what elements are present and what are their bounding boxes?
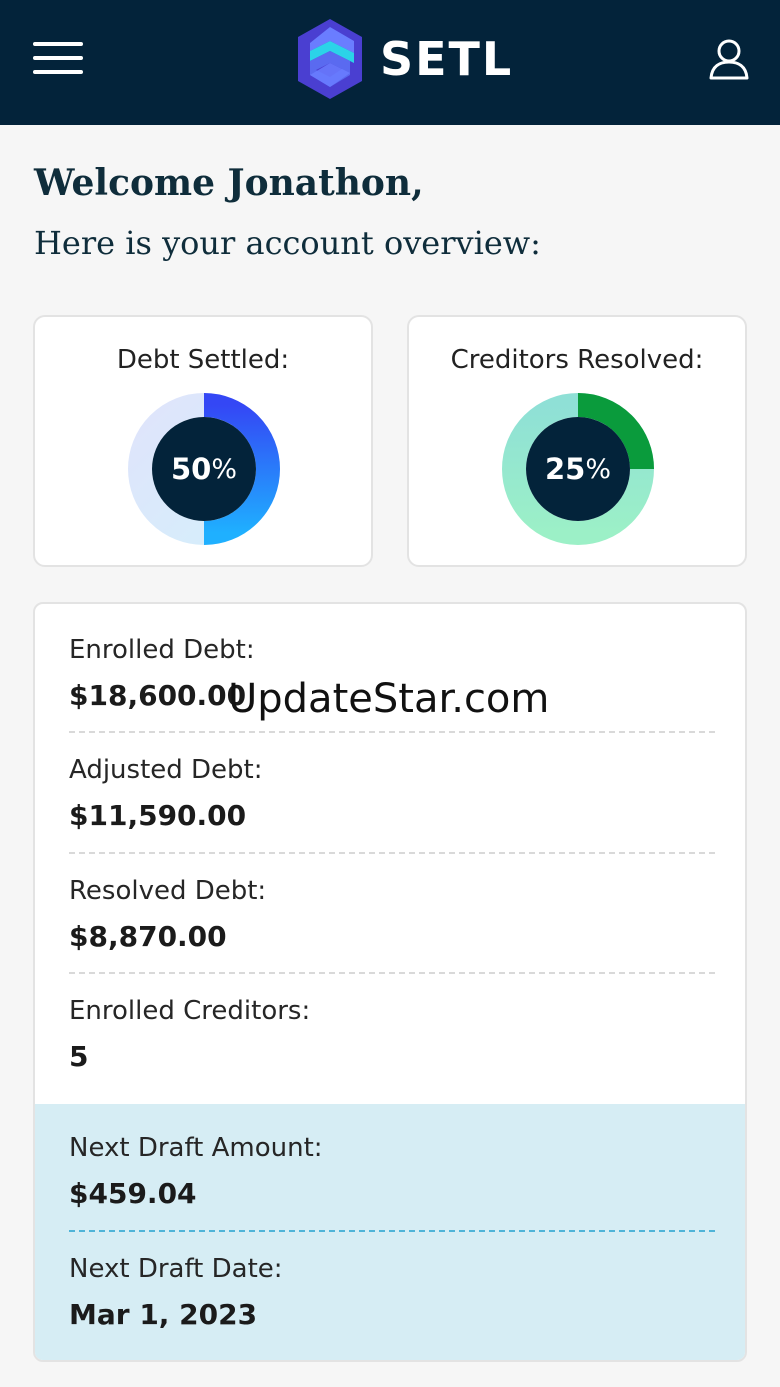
next-draft-date-label: Next Draft Date: <box>69 1254 283 1284</box>
divider <box>69 731 715 733</box>
resolved-debt-label: Resolved Debt: <box>69 876 267 906</box>
next-draft-amount-row: Next Draft Amount: $459.04 <box>69 1132 715 1210</box>
debt-settled-card: Debt Settled: 50% <box>33 315 373 567</box>
adjusted-debt-label: Adjusted Debt: <box>69 755 263 785</box>
next-draft-amount-label: Next Draft Amount: <box>69 1133 323 1163</box>
creditors-resolved-card: Creditors Resolved: 25% <box>407 315 747 567</box>
creditors-resolved-number: 25 <box>544 452 586 486</box>
debt-settled-percent: 50% <box>128 393 280 545</box>
enrolled-creditors-value: 5 <box>69 1040 89 1073</box>
adjusted-debt-value: $11,590.00 <box>69 799 247 832</box>
watermark-text: UpdateStar.com <box>228 676 550 722</box>
divider <box>69 1230 715 1232</box>
enrolled-creditors-label: Enrolled Creditors: <box>69 996 311 1026</box>
resolved-debt-value: $8,870.00 <box>69 920 227 953</box>
debt-settled-title: Debt Settled: <box>116 345 290 375</box>
menu-line <box>33 70 83 74</box>
next-draft-panel: Next Draft Amount: $459.04 Next Draft Da… <box>35 1104 745 1360</box>
next-draft-date-value: Mar 1, 2023 <box>69 1298 258 1331</box>
setl-logo-icon <box>298 19 362 99</box>
percent-unit: % <box>211 453 237 485</box>
menu-line <box>33 56 83 60</box>
creditors-resolved-percent: 25% <box>502 393 654 545</box>
account-details-card: Enrolled Debt: $18,600.00 UpdateStar.com… <box>33 602 747 1362</box>
resolved-debt-row: Resolved Debt: $8,870.00 <box>69 875 715 953</box>
brand-logo[interactable]: SETL <box>296 16 513 102</box>
enrolled-creditors-row: Enrolled Creditors: 5 <box>69 995 715 1073</box>
debt-settled-number: 50 <box>170 452 212 486</box>
brand-name: SETL <box>380 32 514 86</box>
user-profile-icon[interactable] <box>708 38 750 80</box>
overview-subtitle: Here is your account overview: <box>34 224 541 262</box>
welcome-heading: Welcome Jonathon, <box>34 162 424 204</box>
enrolled-debt-label: Enrolled Debt: <box>69 635 255 665</box>
app-header: SETL <box>0 0 780 125</box>
next-draft-date-row: Next Draft Date: Mar 1, 2023 <box>69 1253 715 1331</box>
adjusted-debt-row: Adjusted Debt: $11,590.00 <box>69 754 715 832</box>
next-draft-amount-value: $459.04 <box>69 1177 197 1210</box>
divider <box>69 852 715 854</box>
creditors-resolved-title: Creditors Resolved: <box>450 345 704 375</box>
hamburger-menu-icon[interactable] <box>33 42 85 76</box>
menu-line <box>33 42 83 46</box>
percent-unit: % <box>585 453 611 485</box>
divider <box>69 972 715 974</box>
